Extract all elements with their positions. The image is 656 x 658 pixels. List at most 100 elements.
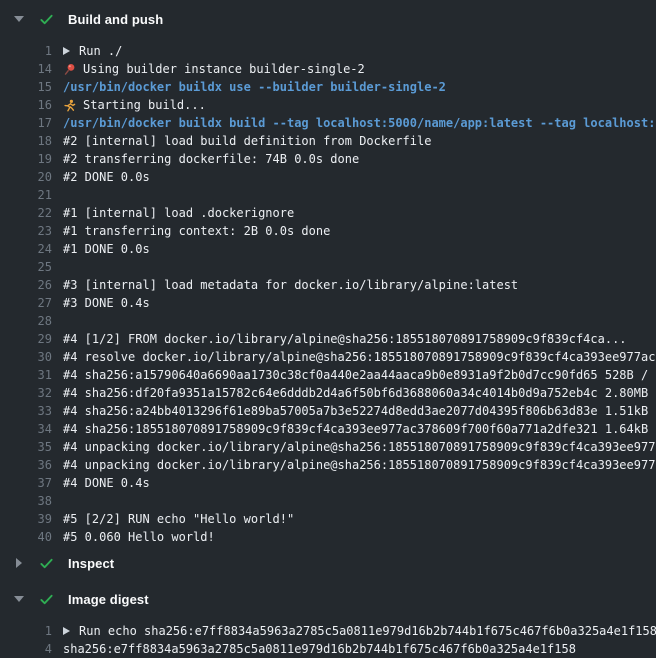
log-text: /usr/bin/docker buildx use --builder bui… [63, 78, 656, 96]
section-spacer [0, 574, 656, 588]
log-text-value: #3 [internal] load metadata for docker.i… [63, 276, 518, 294]
line-number[interactable]: 39 [0, 510, 52, 528]
log-text [63, 492, 656, 510]
line-number[interactable]: 1 [0, 622, 52, 640]
section-title: Image digest [68, 592, 149, 607]
log-text: #5 [2/2] RUN echo "Hello world!" [63, 510, 656, 528]
log-text: Using builder instance builder-single-2 [63, 60, 656, 78]
line-number[interactable]: 22 [0, 204, 52, 222]
log-line: 24 #1 DONE 0.0s [0, 240, 656, 258]
log-line: 25 [0, 258, 656, 276]
log-line: 32 #4 sha256:df20fa9351a15782c64e6dddb2d4… [0, 384, 656, 402]
log-line: 28 [0, 312, 656, 330]
line-number[interactable]: 19 [0, 150, 52, 168]
log-text-value: #1 transferring context: 2B 0.0s done [63, 222, 330, 240]
log-line: 36 #4 unpacking docker.io/library/alpine@… [0, 456, 656, 474]
log-text: #1 DONE 0.0s [63, 240, 656, 258]
line-number[interactable]: 25 [0, 258, 52, 276]
line-number[interactable]: 36 [0, 456, 52, 474]
line-number[interactable]: 30 [0, 348, 52, 366]
log-text [63, 258, 656, 276]
log-text-value: /usr/bin/docker buildx use --builder bui… [63, 78, 446, 96]
log-text-value: #4 sha256:a15790640a6690aa1730c38cf0a440… [63, 366, 656, 384]
log-text-value: #4 unpacking docker.io/library/alpine@sh… [63, 438, 656, 456]
log-line: 27 #3 DONE 0.4s [0, 294, 656, 312]
log-line: 26 #3 [internal] load metadata for docker… [0, 276, 656, 294]
log-text-value: #4 sha256:a24bb4013296f61e89ba57005a7b3e… [63, 402, 656, 420]
line-number[interactable]: 14 [0, 60, 52, 78]
section-header-inspect[interactable]: Inspect [0, 552, 656, 574]
log-text-value: #4 unpacking docker.io/library/alpine@sh… [63, 456, 656, 474]
log-text: #5 0.060 Hello world! [63, 528, 656, 546]
line-number[interactable]: 17 [0, 114, 52, 132]
log-text: #4 sha256:a24bb4013296f61e89ba57005a7b3e… [63, 402, 656, 420]
line-number[interactable]: 37 [0, 474, 52, 492]
log-line: 21 [0, 186, 656, 204]
log-text-value: #5 [2/2] RUN echo "Hello world!" [63, 510, 294, 528]
log-text: #3 DONE 0.4s [63, 294, 656, 312]
log-line: 22 #1 [internal] load .dockerignore [0, 204, 656, 222]
chevron-right-icon[interactable] [13, 558, 25, 568]
line-number[interactable]: 31 [0, 366, 52, 384]
log-text-value: #4 sha256:df20fa9351a15782c64e6dddb2d4a6… [63, 384, 656, 402]
workflow-log-viewer: Build and push1Run ./14Using builder ins… [0, 0, 656, 658]
section-header-build-and-push[interactable]: Build and push [0, 8, 656, 30]
section-log-image-digest: 1 Run echo sha256:e7ff8834a5963a2785c5a08… [0, 610, 656, 658]
chevron-down-icon[interactable] [13, 596, 25, 602]
log-text: #2 [internal] load build definition from… [63, 132, 656, 150]
log-text: Run echo sha256:e7ff8834a5963a2785c5a081… [63, 622, 656, 640]
line-number[interactable]: 33 [0, 402, 52, 420]
line-number[interactable]: 20 [0, 168, 52, 186]
log-line: 35 #4 unpacking docker.io/library/alpine@… [0, 438, 656, 456]
line-number[interactable]: 27 [0, 294, 52, 312]
expand-run-arrow-icon[interactable] [63, 47, 70, 55]
expand-run-arrow-icon[interactable] [63, 627, 70, 635]
line-number[interactable]: 38 [0, 492, 52, 510]
log-line: 17/usr/bin/docker buildx build --tag loc… [0, 114, 656, 132]
log-text-value: #4 resolve docker.io/library/alpine@sha2… [63, 348, 656, 366]
check-success-icon [38, 591, 54, 607]
log-line: 23 #1 transferring context: 2B 0.0s done [0, 222, 656, 240]
log-text-value: #4 sha256:185518070891758909c9f839cf4ca3… [63, 420, 656, 438]
line-number[interactable]: 28 [0, 312, 52, 330]
line-number[interactable]: 26 [0, 276, 52, 294]
line-number[interactable]: 24 [0, 240, 52, 258]
section-header-image-digest[interactable]: Image digest [0, 588, 656, 610]
line-number[interactable]: 15 [0, 78, 52, 96]
line-number[interactable]: 35 [0, 438, 52, 456]
check-success-icon [38, 555, 54, 571]
log-text-value: sha256:e7ff8834a5963a2785c5a0811e979d16b… [63, 640, 576, 658]
log-text: #4 unpacking docker.io/library/alpine@sh… [63, 456, 656, 474]
log-text-value: #1 DONE 0.0s [63, 240, 150, 258]
log-text: #4 resolve docker.io/library/alpine@sha2… [63, 348, 656, 366]
log-text: #4 sha256:185518070891758909c9f839cf4ca3… [63, 420, 656, 438]
chevron-down-icon[interactable] [13, 16, 25, 22]
check-success-icon [38, 11, 54, 27]
log-text: #4 [1/2] FROM docker.io/library/alpine@s… [63, 330, 656, 348]
log-line: 16 Starting build... [0, 96, 656, 114]
section-title: Build and push [68, 12, 163, 27]
log-line: 20#2 DONE 0.0s [0, 168, 656, 186]
log-text [63, 312, 656, 330]
log-text: #4 unpacking docker.io/library/alpine@sh… [63, 438, 656, 456]
line-number[interactable]: 29 [0, 330, 52, 348]
log-text-value: #3 DONE 0.4s [63, 294, 150, 312]
line-number[interactable]: 4 [0, 640, 52, 658]
line-number[interactable]: 1 [0, 42, 52, 60]
log-text-value: #2 [internal] load build definition from… [63, 132, 431, 150]
line-number[interactable]: 21 [0, 186, 52, 204]
log-text-value: Run echo sha256:e7ff8834a5963a2785c5a081… [79, 622, 656, 640]
line-number[interactable]: 16 [0, 96, 52, 114]
log-text: Starting build... [63, 96, 656, 114]
log-text-value: #2 transferring dockerfile: 74B 0.0s don… [63, 150, 359, 168]
line-number[interactable]: 18 [0, 132, 52, 150]
log-line: 14 Using builder instance builder-single-… [0, 60, 656, 78]
log-text-value: #1 [internal] load .dockerignore [63, 204, 294, 222]
line-number[interactable]: 34 [0, 420, 52, 438]
line-number[interactable]: 32 [0, 384, 52, 402]
log-line: 30 #4 resolve docker.io/library/alpine@sh… [0, 348, 656, 366]
line-number[interactable]: 23 [0, 222, 52, 240]
log-line: 39 #5 [2/2] RUN echo "Hello world!" [0, 510, 656, 528]
line-number[interactable]: 40 [0, 528, 52, 546]
section-title: Inspect [68, 556, 114, 571]
